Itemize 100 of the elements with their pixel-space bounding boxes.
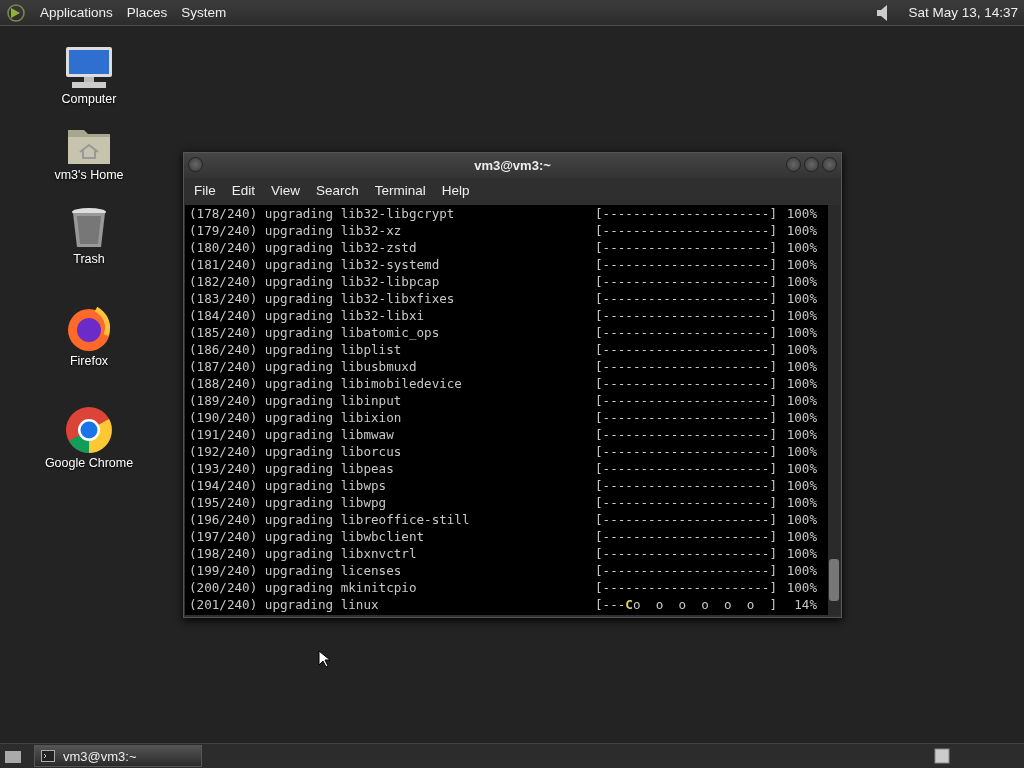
scrollbar[interactable]: [828, 205, 840, 615]
terminal-line: (192/240) upgrading liborcus: [189, 444, 403, 459]
progress-percent: 100%: [785, 257, 817, 272]
computer-icon: [64, 46, 114, 90]
chrome-icon: [65, 406, 113, 454]
menu-item[interactable]: Search: [308, 183, 367, 198]
menu-item[interactable]: Terminal: [366, 183, 434, 198]
terminal-line: (180/240) upgrading lib32-zstd: [189, 240, 418, 255]
progress-bar-text: [----------------------]: [595, 291, 777, 306]
progress-percent: 100%: [785, 393, 817, 408]
terminal-icon: [41, 750, 55, 762]
maximize-button[interactable]: [804, 157, 819, 172]
taskbar-task[interactable]: vm3@vm3:~: [34, 745, 202, 767]
desktop-icon-label[interactable]: Google Chrome: [44, 456, 134, 470]
terminal-line: (200/240) upgrading mkinitcpio: [189, 580, 418, 595]
progress-bar-text: [----------------------]: [595, 461, 777, 476]
minimize-button[interactable]: [786, 157, 801, 172]
close-button[interactable]: [822, 157, 837, 172]
terminal-line: (178/240) upgrading lib32-libgcrypt: [189, 206, 456, 221]
progress-percent: 100%: [785, 410, 817, 425]
terminal-line: (186/240) upgrading libplist: [189, 342, 403, 357]
progress-percent: 100%: [785, 342, 817, 357]
terminal-line: (194/240) upgrading libwps: [189, 478, 388, 493]
terminal-line: (181/240) upgrading lib32-systemd: [189, 257, 441, 272]
progress-percent: 100%: [785, 325, 817, 340]
progress-bar-text: [----------------------]: [595, 427, 777, 442]
progress-bar-text: [----------------------]: [595, 546, 777, 561]
terminal-line: (201/240) upgrading linux: [189, 597, 380, 612]
progress-bar-text: [----------------------]: [595, 223, 777, 238]
progress-percent: 100%: [785, 291, 817, 306]
progress-percent: 100%: [785, 546, 817, 561]
progress-bar-text: [----------------------]: [595, 410, 777, 425]
progress-percent: 100%: [785, 359, 817, 374]
progress-bar-text: [----------------------]: [595, 240, 777, 255]
menu-item[interactable]: View: [263, 183, 309, 198]
terminal-line: (195/240) upgrading libwpg: [189, 495, 388, 510]
terminal-line: (197/240) upgrading libwbclient: [189, 529, 426, 544]
terminal-line: (198/240) upgrading libxnvctrl: [189, 546, 418, 561]
panel-menu[interactable]: Places: [126, 5, 168, 20]
panel-menu[interactable]: Applications: [40, 5, 113, 20]
progress-bar-text: [----------------------]: [595, 495, 777, 510]
progress-bar-text: [----------------------]: [595, 580, 777, 595]
terminal-line: (199/240) upgrading licenses: [189, 563, 403, 578]
terminal-line: (187/240) upgrading libusbmuxd: [189, 359, 418, 374]
progress-bar-text: [----------------------]: [595, 325, 777, 340]
progress-bar-text: [----------------------]: [595, 529, 777, 544]
progress-percent: 100%: [785, 427, 817, 442]
progress-percent: 100%: [785, 274, 817, 289]
terminal-line: (179/240) upgrading lib32-xz: [189, 223, 403, 238]
desktop-icon-label[interactable]: Trash: [73, 252, 105, 266]
workspace-icon[interactable]: [934, 748, 950, 764]
progress-bar-text: [----------------------]: [595, 444, 777, 459]
distro-logo-icon[interactable]: [6, 2, 26, 23]
progress-percent: 100%: [785, 563, 817, 578]
desktop-icon[interactable]: [4, 748, 22, 764]
terminal-line: (196/240) upgrading libreoffice-still: [189, 512, 471, 527]
terminal-line: (185/240) upgrading libatomic_ops: [189, 325, 441, 340]
progress-percent: 100%: [785, 512, 817, 527]
progress-percent: 100%: [785, 529, 817, 544]
progress-percent: 100%: [785, 206, 817, 221]
progress-percent: 14%: [793, 597, 817, 612]
panel-menu[interactable]: System: [181, 5, 227, 20]
progress-bar-text: [----------------------]: [595, 393, 777, 408]
desktop-icon-label[interactable]: vm3's Home: [54, 168, 124, 182]
progress-percent: 100%: [785, 376, 817, 391]
window-menu-button[interactable]: [188, 157, 203, 172]
progress-percent: 100%: [785, 223, 817, 238]
progress-bar-text: [----------------------]: [595, 206, 777, 221]
terminal-line: (189/240) upgrading libinput: [189, 393, 403, 408]
progress-percent: 100%: [785, 478, 817, 493]
firefox-icon: [66, 306, 112, 352]
progress-bar-text: [----------------------]: [595, 257, 777, 272]
progress-percent: 100%: [785, 461, 817, 476]
clock[interactable]: Sat May 13, 14:37: [908, 5, 1018, 20]
menu-item[interactable]: File: [186, 183, 224, 198]
terminal-line: (183/240) upgrading lib32-libxfixes: [189, 291, 456, 306]
window-title: vm3@vm3:~: [474, 158, 551, 173]
terminal-line: (190/240) upgrading libixion: [189, 410, 403, 425]
progress-bar-text: [----------------------]: [595, 274, 777, 289]
terminal-line: (184/240) upgrading lib32-libxi: [189, 308, 426, 323]
progress-bar-text: [---Co o o o o o ]: [595, 597, 777, 612]
menu-item[interactable]: Edit: [223, 183, 264, 198]
progress-percent: 100%: [785, 580, 817, 595]
progress-percent: 100%: [785, 495, 817, 510]
desktop-icon-label[interactable]: Computer: [61, 92, 117, 106]
menu-item[interactable]: Help: [433, 183, 478, 198]
mouse-cursor-icon: [318, 650, 330, 668]
progress-percent: 100%: [785, 444, 817, 459]
progress-percent: 100%: [785, 240, 817, 255]
desktop-icon-label[interactable]: Firefox: [69, 354, 109, 368]
progress-bar-text: [----------------------]: [595, 342, 777, 357]
progress-percent: 100%: [785, 308, 817, 323]
progress-bar-text: [----------------------]: [595, 359, 777, 374]
progress-bar-text: [----------------------]: [595, 563, 777, 578]
terminal-line: (182/240) upgrading lib32-libpcap: [189, 274, 441, 289]
progress-bar-text: [----------------------]: [595, 376, 777, 391]
progress-bar-text: [----------------------]: [595, 512, 777, 527]
progress-bar-text: [----------------------]: [595, 478, 777, 493]
terminal-line: (193/240) upgrading libpeas: [189, 461, 395, 476]
progress-bar-text: [----------------------]: [595, 308, 777, 323]
